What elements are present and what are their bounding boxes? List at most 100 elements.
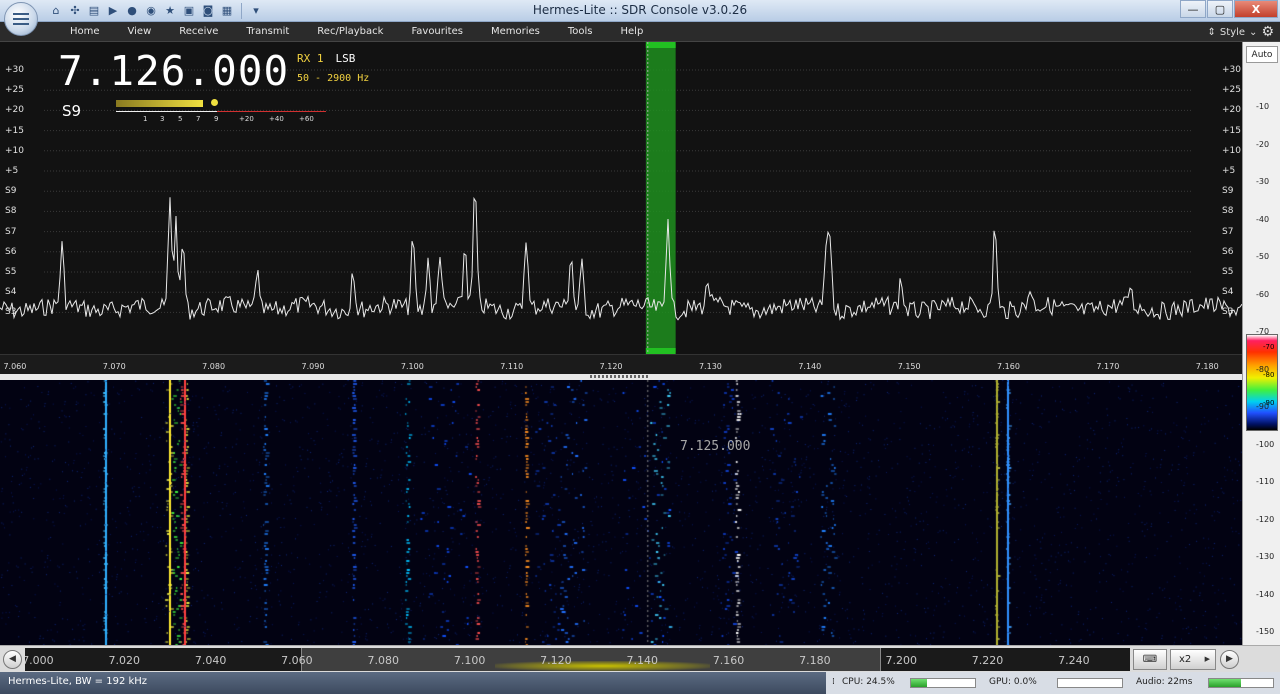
waterfall-scale-panel: Auto -70 -80 -90 -10 -20 -30 -40 -50 -60 -70 -8… — [1242, 42, 1280, 645]
band-tick-label: 7.200 — [885, 654, 917, 667]
keyboard-icon: ⌨ — [1142, 654, 1158, 665]
db-label-right: +10 — [1222, 145, 1241, 156]
application-menu-button[interactable] — [4, 2, 38, 36]
sort-arrows-icon[interactable]: ⇕ — [1208, 27, 1216, 38]
s-meter-scale-line — [116, 111, 326, 112]
s-meter-tick: 5 — [178, 115, 183, 123]
minimize-button[interactable]: — — [1180, 0, 1206, 18]
tab-memories[interactable]: Memories — [477, 22, 554, 42]
camera-icon[interactable]: ◙ — [200, 3, 216, 19]
receiver-info: RX 1 LSB — [297, 52, 355, 65]
band-tick-label: 7.000 — [25, 654, 54, 667]
scale-label: -10 — [1256, 102, 1270, 111]
style-selector[interactable]: ⇕ Style ⌄ ⚙ — [1208, 22, 1274, 42]
maximize-button[interactable]: ▢ — [1207, 0, 1233, 18]
star-icon[interactable]: ★ — [162, 3, 178, 19]
tab-transmit[interactable]: Transmit — [232, 22, 303, 42]
band-tick-label: 7.080 — [367, 654, 400, 667]
customize-icon[interactable]: ▾ — [248, 3, 264, 19]
chevron-down-icon[interactable]: ⌄ — [1249, 27, 1257, 38]
tab-rec-playback[interactable]: Rec/Playback — [303, 22, 397, 42]
frequency-axis[interactable]: 7.060 7.070 7.080 7.090 7.100 7.110 7.120 7.130… — [0, 354, 1242, 374]
filter-passband[interactable] — [645, 44, 676, 352]
tab-home[interactable]: Home — [56, 22, 114, 42]
db-label-right: +20 — [1222, 105, 1241, 116]
waterfall-frequency-marker: 7.125.000 — [680, 439, 751, 454]
scale-label: -20 — [1256, 139, 1270, 149]
scale-label: -40 — [1256, 214, 1270, 224]
mode-label[interactable]: LSB — [336, 52, 356, 65]
keyboard-button[interactable]: ⌨ — [1133, 649, 1167, 670]
s-meter-tick: 3 — [160, 115, 165, 123]
band-tick-label: 7.140 — [626, 654, 658, 667]
db-label-left: +25 — [5, 85, 24, 96]
menu-lines-icon — [13, 13, 29, 25]
scale-label: -130 — [1256, 552, 1275, 561]
db-label-right: +5 — [1222, 166, 1236, 176]
chevron-right-icon: ▶ — [1204, 655, 1210, 663]
folder-icon[interactable]: ▤ — [86, 3, 102, 19]
db-label-left: S6 — [5, 246, 17, 257]
db-label-right: +15 — [1222, 125, 1241, 136]
chevron-right-icon: ▶ — [1226, 654, 1233, 664]
scroll-left-button[interactable]: ◀ — [3, 650, 22, 669]
vfo-frequency[interactable]: 7.126.000 — [58, 47, 289, 95]
quick-access-toolbar: ⌂ ✣ ▤ ▶ ● ◉ ★ ▣ ◙ ▦ ▾ — [48, 3, 264, 19]
db-label-right: S9 — [1222, 186, 1234, 197]
tab-favourites[interactable]: Favourites — [397, 22, 477, 42]
lock-icon[interactable]: ▣ — [181, 3, 197, 19]
db-label-left: +30 — [5, 65, 24, 75]
db-label-right: S6 — [1222, 246, 1234, 257]
scale-label: -50 — [1256, 252, 1270, 261]
band-scroller: ◀ 7.000 7.020 7.040 7.060 7.080 7.100 7.120 7.1… — [0, 645, 1280, 672]
stop-icon[interactable]: ◉ — [143, 3, 159, 19]
cpu-meter — [910, 678, 976, 688]
scale-label: -110 — [1256, 477, 1275, 486]
band-tick-label: 7.100 — [453, 654, 486, 667]
scroll-right-button[interactable]: ▶ — [1220, 650, 1239, 669]
db-label-right: S5 — [1222, 267, 1234, 277]
zoom-value: x2 — [1179, 654, 1192, 665]
tab-tools[interactable]: Tools — [554, 22, 607, 42]
audio-meter-fill — [1209, 679, 1241, 687]
image-icon[interactable]: ▦ — [219, 3, 235, 19]
chevron-left-icon: ◀ — [9, 654, 16, 664]
band-tick-label: 7.240 — [1058, 654, 1090, 667]
splitter-grip[interactable] — [590, 375, 650, 378]
close-button[interactable]: X — [1234, 0, 1278, 18]
db-label-left: +10 — [5, 145, 24, 156]
band-tick-label: 7.060 — [281, 654, 313, 667]
receiver-label[interactable]: RX 1 — [297, 52, 324, 65]
frequency-tick-label: 7.080 — [202, 362, 226, 371]
frequency-tick-label: 7.100 — [400, 362, 424, 371]
tab-view[interactable]: View — [114, 22, 166, 42]
frequency-tick-label: 7.090 — [301, 362, 325, 371]
waterfall-canvas[interactable] — [0, 380, 1242, 645]
band-activity-highlight — [495, 661, 710, 671]
auto-scale-button[interactable]: Auto — [1246, 46, 1278, 63]
scale-label: -60 — [1256, 289, 1270, 299]
title-bar: ⌂ ✣ ▤ ▶ ● ◉ ★ ▣ ◙ ▦ ▾ Hermes-Lite :: SDR… — [0, 0, 1280, 36]
gear-icon[interactable]: ⚙ — [1261, 24, 1274, 40]
home-icon[interactable]: ⌂ — [48, 3, 64, 19]
s-meter-tick: +40 — [269, 115, 284, 123]
settings-icon[interactable]: ✣ — [67, 3, 83, 19]
zoom-selector[interactable]: x2 ▶ — [1170, 649, 1216, 670]
cpu-meter-fill — [911, 679, 927, 687]
record-icon[interactable]: ● — [124, 3, 140, 19]
filter-bandwidth[interactable]: 50 - 2900 Hz — [297, 73, 369, 84]
filter-top-handle[interactable] — [645, 42, 676, 48]
play-icon[interactable]: ▶ — [105, 3, 121, 19]
waterfall-colorbar[interactable]: -70 -80 -90 — [1246, 334, 1278, 431]
signal-strength: S9 — [62, 102, 82, 120]
band-overview-track[interactable]: 7.000 7.020 7.040 7.060 7.080 7.100 7.120 7.140… — [25, 648, 1130, 671]
style-label[interactable]: Style — [1220, 27, 1245, 38]
audio-label: Audio: 22ms — [1136, 677, 1193, 687]
waterfall-display[interactable] — [0, 380, 1242, 645]
db-label-left: +5 — [5, 166, 19, 176]
db-label-right: S4 — [1222, 287, 1234, 298]
db-label-left: +20 — [5, 105, 24, 116]
frequency-tick-label: 7.170 — [1096, 362, 1120, 371]
tab-help[interactable]: Help — [607, 22, 658, 42]
tab-receive[interactable]: Receive — [165, 22, 232, 42]
